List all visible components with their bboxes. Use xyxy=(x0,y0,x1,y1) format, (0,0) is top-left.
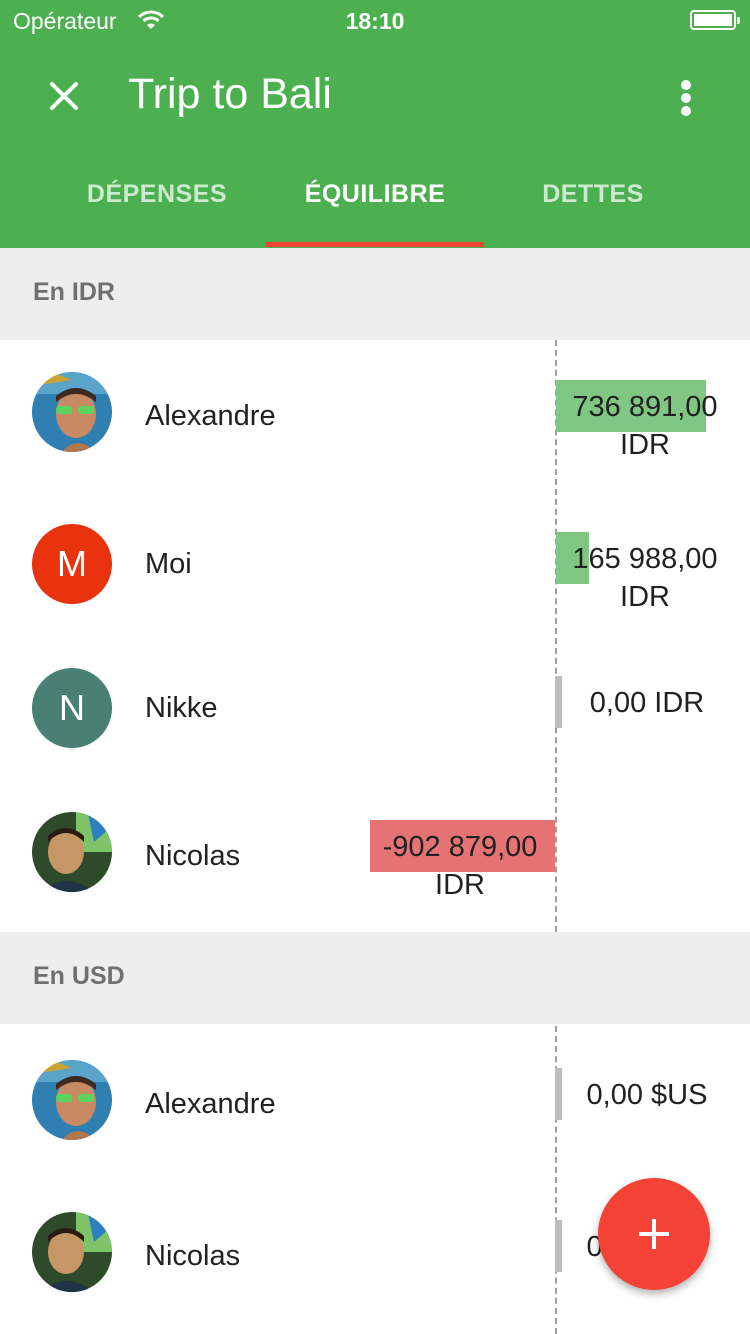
tab-depenses[interactable]: DÉPENSES xyxy=(32,180,282,209)
avatar: N xyxy=(32,668,112,748)
balance-amount: 0,00 IDR xyxy=(589,687,705,719)
close-icon xyxy=(50,82,78,110)
section-title: En USD xyxy=(33,962,125,990)
zero-balance-bar xyxy=(555,1068,562,1120)
avatar xyxy=(32,1060,112,1140)
page-title: Trip to Bali xyxy=(128,70,332,118)
person-name: Nicolas xyxy=(145,1240,241,1272)
person-name: Alexandre xyxy=(145,400,276,432)
person-name: Nikke xyxy=(145,692,218,724)
close-button[interactable] xyxy=(34,66,94,126)
balance-row[interactable]: N Nikke 0,00 IDR xyxy=(0,668,750,768)
balance-row[interactable]: Alexandre 0,00 $US xyxy=(0,1060,750,1160)
person-name: Alexandre xyxy=(145,1088,276,1120)
section-header-usd: En USD xyxy=(0,932,750,1024)
balance-amount: 736 891,00 IDR xyxy=(572,391,718,461)
person-name: Moi xyxy=(145,548,192,580)
balance-amount: 0,00 $US xyxy=(586,1079,708,1111)
balance-amount: 165 988,00 IDR xyxy=(572,543,718,613)
status-bar: Opérateur 18:10 xyxy=(0,0,750,40)
balance-card-idr: Alexandre 736 891,00 IDR M Moi 165 988,0… xyxy=(0,340,750,932)
avatar: M xyxy=(32,524,112,604)
app-bar: Opérateur 18:10 Trip to Bali DÉPENSES ÉQ… xyxy=(0,0,750,248)
balance-row[interactable]: Nicolas -902 879,00 IDR xyxy=(0,812,750,912)
person-name: Nicolas xyxy=(145,840,241,872)
battery-icon xyxy=(690,10,740,30)
more-options-button[interactable] xyxy=(660,66,712,126)
avatar xyxy=(32,1212,112,1292)
avatar xyxy=(32,372,112,452)
zero-balance-bar xyxy=(555,1220,562,1272)
balance-row[interactable]: Alexandre 736 891,00 IDR xyxy=(0,372,750,472)
balance-row[interactable]: M Moi 165 988,00 IDR xyxy=(0,524,750,624)
section-header-idr: En IDR xyxy=(0,248,750,340)
clock: 18:10 xyxy=(345,8,405,34)
section-title: En IDR xyxy=(33,278,115,306)
balance-amount: -902 879,00 IDR xyxy=(382,831,538,901)
tab-dettes[interactable]: DETTES xyxy=(468,180,718,209)
zero-balance-bar xyxy=(555,676,562,728)
avatar xyxy=(32,812,112,892)
tab-equilibre[interactable]: ÉQUILIBRE xyxy=(250,180,500,209)
active-tab-indicator xyxy=(266,242,484,247)
add-expense-fab[interactable] xyxy=(598,1178,710,1290)
